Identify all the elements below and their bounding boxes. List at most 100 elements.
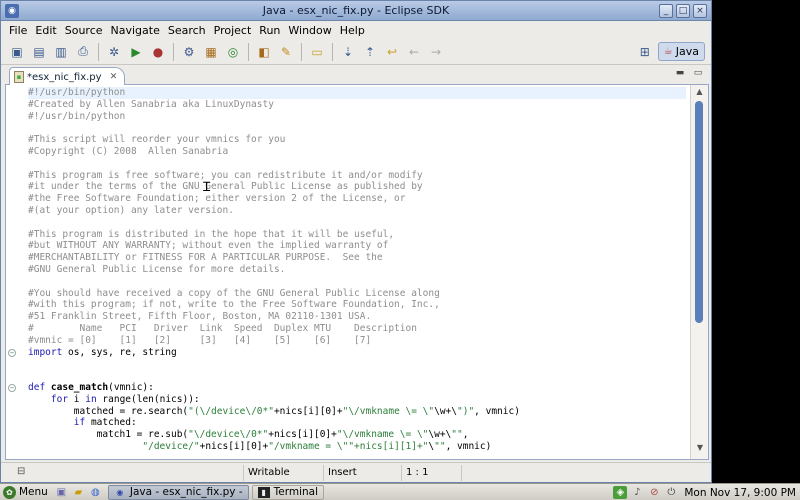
close-icon[interactable]: × xyxy=(693,4,707,18)
code-line[interactable]: #This program is free software; you can … xyxy=(28,170,686,182)
code-line[interactable] xyxy=(28,358,686,370)
scroll-down-icon[interactable]: ▼ xyxy=(692,443,708,457)
code-line[interactable]: #(at your option) any later version. xyxy=(28,205,686,217)
new-java-project-icon[interactable]: ⚙ xyxy=(179,42,199,62)
task-eclipse[interactable]: ◉ Java - esx_nic_fix.py - xyxy=(107,484,249,500)
editor-gutter[interactable] xyxy=(6,85,28,459)
code-line[interactable]: import os, sys, re, string − xyxy=(8,347,686,359)
menu-source[interactable]: Source xyxy=(61,24,107,37)
perspective-switcher: ⊞ ☕ Java xyxy=(636,42,705,61)
desktop-background xyxy=(713,0,800,483)
power-icon[interactable]: ⏻ xyxy=(664,486,678,499)
new-class-icon[interactable]: ◎ xyxy=(223,42,243,62)
code-line[interactable] xyxy=(28,276,686,288)
code-line[interactable]: #with this program; if not, write to the… xyxy=(28,299,686,311)
menu-navigate[interactable]: Navigate xyxy=(107,24,164,37)
code-line[interactable]: def case_match(vmnic): − xyxy=(8,382,686,394)
title-bar[interactable]: ◉ Java - esx_nic_fix.py - Eclipse SDK _ … xyxy=(1,1,711,21)
open-perspective-icon[interactable]: ⊞ xyxy=(636,43,654,61)
network-icon[interactable]: ◈ xyxy=(613,486,628,499)
menu-window[interactable]: Window xyxy=(284,24,335,37)
code-line[interactable]: #MERCHANTABILITY or FITNESS FOR A PARTIC… xyxy=(28,252,686,264)
menu-project[interactable]: Project xyxy=(210,24,256,37)
annotation-prev-icon[interactable]: ⇡ xyxy=(360,42,380,62)
debug-icon[interactable]: ✲ xyxy=(104,42,124,62)
code-line[interactable]: #51 Franklin Street, Fifth Floor, Boston… xyxy=(28,311,686,323)
save-all-icon[interactable]: ▥ xyxy=(51,42,71,62)
task-terminal[interactable]: ▮ Terminal xyxy=(251,484,325,500)
last-edit-icon[interactable]: ↩ xyxy=(382,42,402,62)
menu-help[interactable]: Help xyxy=(336,24,369,37)
menu-run[interactable]: Run xyxy=(255,24,284,37)
forward-icon[interactable]: → xyxy=(426,42,446,62)
fast-view-icon[interactable]: ⊟ xyxy=(17,466,31,478)
menu-search[interactable]: Search xyxy=(164,24,210,37)
mouse-text-cursor-icon: Ɪ xyxy=(203,180,211,195)
print-icon[interactable]: ⎙ xyxy=(73,42,93,62)
menu-edit[interactable]: Edit xyxy=(31,24,60,37)
code-line[interactable]: #Copyright (C) 2008 Allen Sanabria xyxy=(28,146,686,158)
editor-tab-label: *esx_nic_fix.py xyxy=(27,71,102,83)
code-line[interactable]: #Created by Allen Sanabria aka LinuxDyna… xyxy=(28,99,686,111)
minimize-icon[interactable]: _ xyxy=(659,4,673,18)
save-icon[interactable]: ▤ xyxy=(29,42,49,62)
editor-area: ▪ *esx_nic_fix.py ✕ ▬ ▭ #!/usr/bin/pytho… xyxy=(5,65,709,460)
search-icon[interactable]: ✎ xyxy=(276,42,296,62)
back-icon[interactable]: ← xyxy=(404,42,424,62)
run-icon[interactable]: ▶ xyxy=(126,42,146,62)
code-line[interactable]: #!/usr/bin/python xyxy=(28,87,686,99)
code-line[interactable]: #the Free Software Foundation; either ve… xyxy=(28,193,686,205)
file-manager-icon[interactable]: ▰ xyxy=(71,486,86,499)
eclipse-window: ◉ Java - esx_nic_fix.py - Eclipse SDK _ … xyxy=(0,0,712,483)
code-line[interactable] xyxy=(28,370,686,382)
code-line[interactable]: #This script will reorder your vmnics fo… xyxy=(28,134,686,146)
code-line[interactable]: for i in range(len(nics)): xyxy=(28,394,686,406)
updates-icon[interactable]: ⊘ xyxy=(647,486,661,499)
code-text[interactable]: #!/usr/bin/python #Created by Allen Sanab… xyxy=(8,87,686,453)
python-file-icon: ▪ xyxy=(14,71,24,83)
code-line[interactable] xyxy=(28,158,686,170)
tab-close-icon[interactable]: ✕ xyxy=(109,72,119,82)
annotation-next-icon[interactable]: ⇣ xyxy=(338,42,358,62)
code-line[interactable]: #!/usr/bin/python xyxy=(28,111,686,123)
maximize-icon[interactable]: □ xyxy=(676,4,690,18)
show-desktop-icon[interactable]: ▣ xyxy=(54,486,69,499)
code-line[interactable]: if matched: xyxy=(28,417,686,429)
toolbar-separator xyxy=(98,42,99,61)
fold-toggle-icon[interactable]: − xyxy=(8,348,16,357)
java-perspective-button[interactable]: ☕ Java xyxy=(657,42,705,61)
code-line[interactable]: #This program is distributed in the hope… xyxy=(28,229,686,241)
volume-icon[interactable]: ♪ xyxy=(630,486,644,499)
open-type-icon[interactable]: ◧ xyxy=(254,42,274,62)
maximize-view-icon[interactable]: ▭ xyxy=(691,68,705,80)
open-folder-icon[interactable]: ▭ xyxy=(307,42,327,62)
code-line[interactable]: matched = re.search("(\/device\/0*"+nics… xyxy=(28,406,686,418)
vertical-scrollbar[interactable]: ▲ ▼ xyxy=(690,85,708,459)
code-line[interactable]: #You should have received a copy of the … xyxy=(28,288,686,300)
code-editor[interactable]: #!/usr/bin/python #Created by Allen Sanab… xyxy=(5,85,709,460)
scroll-thumb[interactable] xyxy=(695,101,703,323)
code-line[interactable] xyxy=(28,122,686,134)
editor-tab[interactable]: ▪ *esx_nic_fix.py ✕ xyxy=(9,67,125,86)
menu-file[interactable]: File xyxy=(5,24,31,37)
web-browser-icon[interactable]: ◍ xyxy=(88,486,103,499)
code-line[interactable]: "/device/"+nics[i][0]+"/vmkname = \""+ni… xyxy=(28,441,686,453)
new-icon[interactable]: ▣ xyxy=(7,42,27,62)
new-package-icon[interactable]: ▦ xyxy=(201,42,221,62)
distro-logo-icon: ✿ xyxy=(3,485,16,499)
clock[interactable]: Mon Nov 17, 9:00 PM xyxy=(684,487,796,499)
code-line[interactable]: # Name PCI Driver Link Speed Duplex MTU … xyxy=(28,323,686,335)
fold-toggle-icon[interactable]: − xyxy=(8,383,16,392)
external-tools-icon[interactable]: ● xyxy=(148,42,168,62)
start-menu-button[interactable]: ✿ Menu xyxy=(0,485,54,500)
code-line[interactable]: match1 = re.sub("\/device\/0*"+nics[i][0… xyxy=(28,429,686,441)
code-line[interactable] xyxy=(28,217,686,229)
code-line[interactable]: #but WITHOUT ANY WARRANTY; without even … xyxy=(28,240,686,252)
scroll-up-icon[interactable]: ▲ xyxy=(692,87,708,101)
code-line[interactable]: #it under the terms of the GNU General P… xyxy=(28,181,686,193)
code-line[interactable]: #vmnic = [0] [1] [2] [3] [4] [5] [6] [7] xyxy=(28,335,686,347)
status-cursor-position: 1 : 1 xyxy=(401,465,461,481)
java-icon: ☕ xyxy=(663,46,673,57)
minimize-view-icon[interactable]: ▬ xyxy=(673,68,687,80)
code-line[interactable]: #GNU General Public License for more det… xyxy=(28,264,686,276)
